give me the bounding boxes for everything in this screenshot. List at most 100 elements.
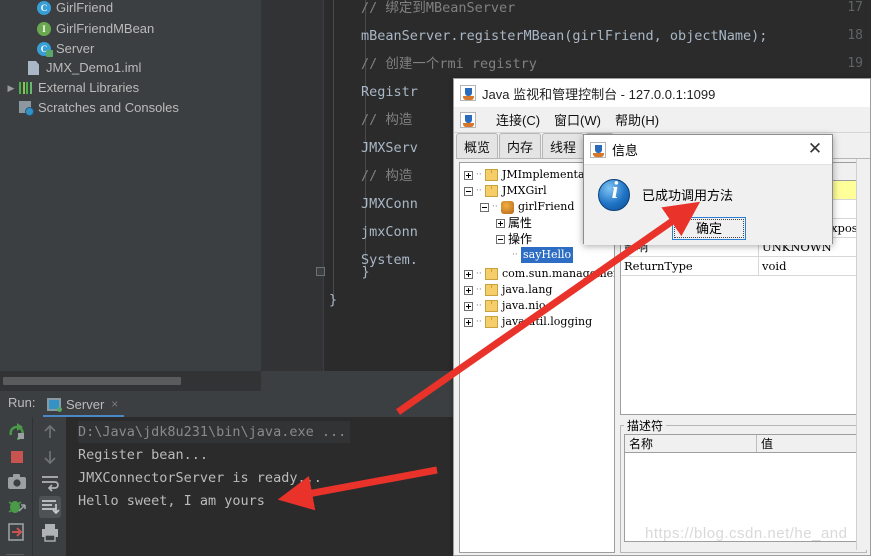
line-number: 18 [847, 28, 863, 43]
run-tab-server[interactable]: Server × [43, 393, 125, 417]
java-coffee-icon [460, 85, 476, 101]
mbean-node-label: JMXGirl [502, 184, 547, 197]
mbean-node-label[interactable]: sayHello [521, 247, 574, 263]
code-line: } [329, 292, 338, 308]
code-line: // 创建一个rmi registry [361, 56, 537, 72]
mbean-tree-node[interactable]: ·· JMImplementatio [464, 167, 599, 183]
libraries-icon [18, 80, 34, 96]
close-icon[interactable]: ✕ [804, 139, 826, 161]
info-dialog-body: 已成功调用方法 确定 [584, 165, 832, 245]
editor-gutter[interactable] [261, 0, 323, 371]
jconsole-titlebar[interactable]: Java 监视和管理控制台 - 127.0.0.1:1099 [454, 79, 870, 107]
table-header: 名称 值 [625, 435, 862, 453]
print-icon[interactable] [39, 521, 61, 543]
project-tree-item-scratches[interactable]: Scratches and Consoles [4, 98, 179, 118]
mbean-tree-node-sayhello[interactable]: ·· sayHello [512, 247, 574, 263]
menu-window[interactable]: 窗口(W) [554, 110, 601, 129]
tab-threads[interactable]: 线程 [542, 133, 585, 159]
collapse-minus-icon[interactable] [496, 234, 505, 244]
code-fold-marker[interactable] [315, 262, 327, 282]
expand-plus-icon[interactable] [496, 218, 505, 228]
tree-connector: ·· [492, 202, 498, 212]
java-coffee-icon [460, 111, 476, 128]
info-dialog-message: 已成功调用方法 [642, 188, 734, 203]
tab-memory[interactable]: 内存 [499, 133, 542, 159]
code-line: JMXConn [361, 196, 418, 212]
info-icon [598, 178, 631, 211]
scroll-down-icon[interactable] [39, 446, 61, 468]
java-coffee-icon [590, 141, 606, 158]
project-tree-panel[interactable]: C GirlFriend I GirlFriendMBean C Server … [0, 0, 261, 371]
class-icon: C [36, 0, 52, 16]
line-number: 17 [847, 0, 863, 15]
ok-button[interactable]: 确定 [672, 217, 746, 240]
folder-icon [485, 300, 498, 312]
jconsole-menubar[interactable]: 连接(C) 窗口(W) 帮助(H) [454, 107, 870, 133]
collapse-minus-icon[interactable] [464, 186, 473, 196]
mbean-tree-node[interactable]: ·· java.util.logging [464, 314, 592, 330]
folder-icon [485, 185, 498, 197]
console-line: JMXConnectorServer is ready... [78, 470, 322, 486]
rerun-icon[interactable] [6, 421, 28, 443]
folder-icon [485, 169, 498, 181]
iml-file-icon [26, 60, 42, 76]
scroll-to-end-icon[interactable] [39, 496, 61, 518]
mbean-node-label: 属性 [508, 216, 533, 230]
tab-overview[interactable]: 概览 [456, 133, 499, 159]
collapse-minus-icon[interactable] [480, 202, 489, 212]
mbean-tree-node[interactable]: ·· girlFriend [480, 199, 574, 215]
console-line: D:\Java\jdk8u231\bin\java.exe ... [78, 421, 351, 443]
info-dialog[interactable]: 信息 ✕ 已成功调用方法 确定 [583, 134, 833, 245]
console-line: Hello sweet, I am yours [78, 493, 265, 509]
vertical-scrollbar[interactable] [856, 159, 870, 550]
mbean-tree-node-operations[interactable]: 操作 [496, 231, 532, 247]
expand-plus-icon[interactable] [464, 301, 473, 311]
expand-plus-icon[interactable] [464, 269, 473, 279]
mbean-node-label: 操作 [508, 232, 533, 246]
expand-plus-icon[interactable] [464, 285, 473, 295]
project-tree-item[interactable]: C Server [36, 39, 94, 59]
screenshot-icon[interactable] [6, 471, 28, 493]
screen-root: C GirlFriend I GirlFriendMBean C Server … [0, 0, 871, 556]
menu-connect[interactable]: 连接(C) [496, 110, 540, 129]
mbean-tree-node[interactable]: ·· com.sun.management [464, 266, 615, 282]
cell-value: void [759, 257, 866, 275]
mbean-node-label: com.sun.management [502, 267, 615, 280]
mbean-node-label: java.lang [502, 283, 553, 296]
folder-icon [485, 316, 498, 328]
expand-plus-icon[interactable] [464, 170, 473, 180]
expand-plus-icon[interactable] [464, 317, 473, 327]
soft-wrap-icon[interactable] [39, 471, 61, 493]
code-line: mBeanServer.registerMBean(girlFriend, ob… [361, 28, 768, 44]
exit-icon[interactable] [6, 521, 28, 543]
stop-icon[interactable] [6, 446, 28, 468]
chevron-right-icon[interactable]: ▶ [4, 78, 18, 98]
project-tree-item[interactable]: C GirlFriend [36, 0, 113, 18]
table-row[interactable]: ReturnType void [621, 257, 866, 276]
close-icon[interactable]: × [111, 397, 118, 411]
menu-help[interactable]: 帮助(H) [615, 110, 659, 129]
project-tree-item[interactable]: JMX_Demo1.iml [26, 58, 141, 78]
console-tab-icon [47, 397, 62, 412]
project-tree-item-label: GirlFriend [56, 0, 114, 15]
run-toolbar-primary[interactable] [0, 417, 33, 556]
mbean-tree-node[interactable]: ·· java.lang [464, 282, 552, 298]
tree-connector: ·· [476, 170, 482, 180]
project-tree-item[interactable]: I GirlFriendMBean [36, 19, 154, 39]
code-line: // 构造 [361, 112, 413, 128]
info-dialog-titlebar[interactable]: 信息 ✕ [584, 135, 832, 165]
mbean-node-label: java.nio [502, 299, 546, 312]
toolbar-more-icon[interactable] [39, 546, 61, 556]
project-tree-item-label: GirlFriendMBean [56, 21, 155, 36]
folder-icon [485, 268, 498, 280]
scroll-up-icon[interactable] [39, 421, 61, 443]
run-toolbar-secondary[interactable] [33, 417, 66, 556]
code-line: JMXServ [361, 140, 418, 156]
line-number: 19 [847, 56, 863, 71]
mbean-tree-node[interactable]: ·· JMXGirl [464, 183, 547, 199]
mbean-tree-node[interactable]: ·· java.nio [464, 298, 545, 314]
project-tree-item-external-libraries[interactable]: ▶ External Libraries [4, 78, 140, 98]
mbean-tree-node-attributes[interactable]: 属性 [496, 215, 532, 231]
horizontal-scrollbar-thumb[interactable] [3, 377, 181, 385]
debug-icon[interactable] [6, 496, 28, 518]
